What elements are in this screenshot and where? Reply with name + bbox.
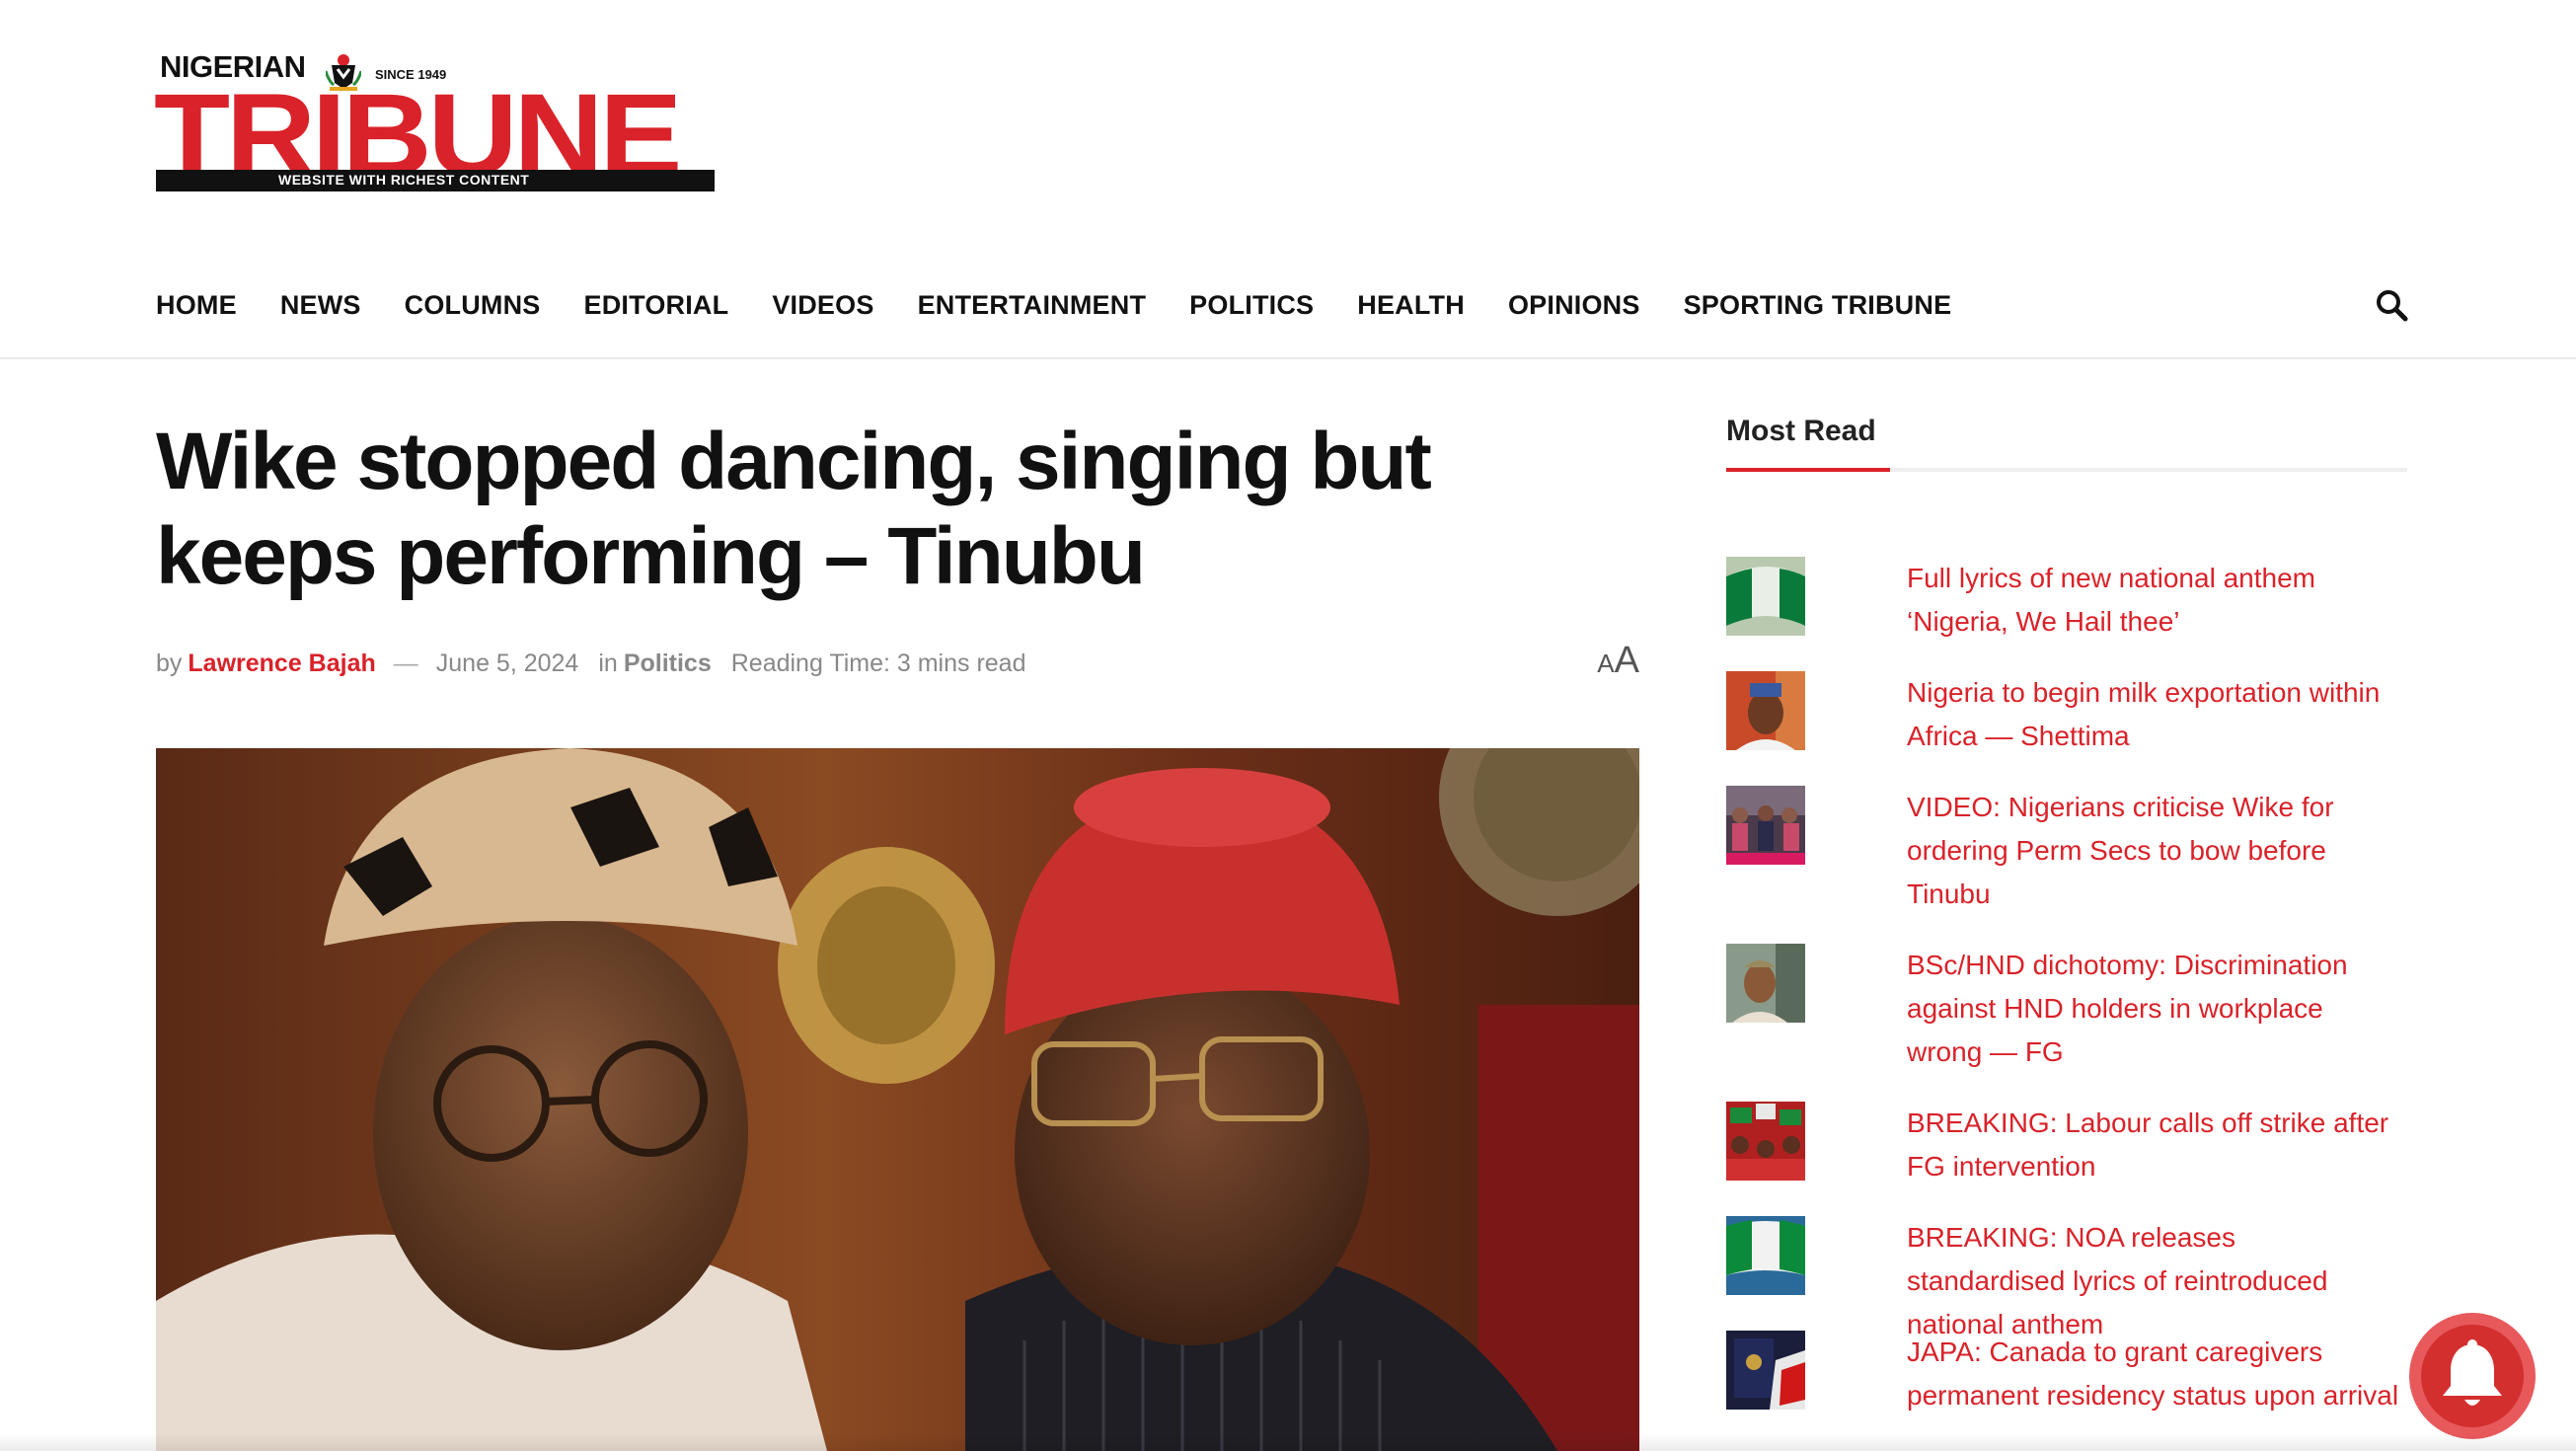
most-read-link[interactable]: BREAKING: Labour calls off strike after … xyxy=(1907,1102,2400,1188)
author-link[interactable]: Lawrence Bajah xyxy=(188,649,375,677)
notification-bell-button[interactable] xyxy=(2409,1313,2536,1439)
portrait-thumbnail[interactable] xyxy=(1726,944,1805,1023)
nigeria-flag-thumbnail[interactable] xyxy=(1726,557,1805,636)
portrait-thumbnail[interactable] xyxy=(1726,671,1805,750)
logo-tagline: WEBSITE WITH RICHEST CONTENT xyxy=(278,172,530,188)
article-title: Wike stopped dancing, singing but keeps … xyxy=(156,417,1432,601)
nav-item-columns[interactable]: COLUMNS xyxy=(405,290,541,321)
nav-item-politics[interactable]: POLITICS xyxy=(1189,290,1314,321)
nav-item-sporting-tribune[interactable]: SPORTING TRIBUNE xyxy=(1684,290,1952,321)
nigeria-flag-thumbnail[interactable] xyxy=(1726,1216,1805,1295)
main-navigation: HOME NEWS COLUMNS EDITORIAL VIDEOS ENTER… xyxy=(0,267,2576,359)
most-read-link[interactable]: BSc/HND dichotomy: Discrimination agains… xyxy=(1907,944,2400,1074)
video-still-thumbnail[interactable] xyxy=(1726,786,1805,865)
site-logo[interactable]: NIGERIAN SINCE 1949 TRIBUNE WEBSITE WITH… xyxy=(154,47,715,193)
nav-item-entertainment[interactable]: ENTERTAINMENT xyxy=(918,290,1147,321)
nav-item-home[interactable]: HOME xyxy=(156,290,237,321)
reading-time: Reading Time: 3 mins read xyxy=(730,649,1026,677)
most-read-link[interactable]: JAPA: Canada to grant caregivers permane… xyxy=(1907,1331,2400,1417)
byline-prefix: by xyxy=(156,649,183,677)
nav-item-editorial[interactable]: EDITORIAL xyxy=(584,290,729,321)
sidebar-title: Most Read xyxy=(1726,415,1876,447)
font-size-toggle[interactable]: AA xyxy=(1597,640,1639,682)
site-header: NIGERIAN SINCE 1949 TRIBUNE WEBSITE WITH… xyxy=(0,0,2576,247)
sidebar-title-rule xyxy=(1726,468,2407,472)
publish-date: June 5, 2024 xyxy=(435,649,579,677)
most-read-sidebar: Most Read Full lyrics of new national an… xyxy=(1726,415,2407,1411)
category-prefix: in xyxy=(598,649,618,677)
sidebar-title-accent xyxy=(1726,468,1890,472)
article-meta: by Lawrence Bajah — June 5, 2024 in Politics R… xyxy=(156,640,1639,689)
nav-item-opinions[interactable]: OPINIONS xyxy=(1508,290,1640,321)
nav-menu: HOME NEWS COLUMNS EDITORIAL VIDEOS ENTER… xyxy=(156,290,1995,321)
most-read-link[interactable]: VIDEO: Nigerians criticise Wike for orde… xyxy=(1907,786,2400,916)
meta-separator: — xyxy=(393,649,418,677)
search-icon[interactable] xyxy=(2375,288,2408,322)
nav-item-news[interactable]: NEWS xyxy=(280,290,361,321)
most-read-link[interactable]: BREAKING: NOA releases standardised lyri… xyxy=(1907,1216,2400,1346)
passport-thumbnail[interactable] xyxy=(1726,1331,1805,1410)
nav-item-health[interactable]: HEALTH xyxy=(1357,290,1465,321)
most-read-link[interactable]: Full lyrics of new national anthem ‘Nige… xyxy=(1907,557,2400,644)
hero-image xyxy=(156,748,1639,1451)
article: Wike stopped dancing, singing but keeps … xyxy=(156,415,1639,1451)
most-read-link[interactable]: Nigeria to begin milk exportation within… xyxy=(1907,671,2400,758)
crowd-thumbnail[interactable] xyxy=(1726,1102,1805,1181)
bottom-edge-shadow xyxy=(0,1433,2576,1451)
nav-item-videos[interactable]: VIDEOS xyxy=(772,290,873,321)
font-size-small-letter: A xyxy=(1597,649,1615,678)
category-link[interactable]: Politics xyxy=(624,649,712,677)
bell-icon xyxy=(2443,1339,2502,1406)
font-size-big-letter: A xyxy=(1614,640,1639,681)
